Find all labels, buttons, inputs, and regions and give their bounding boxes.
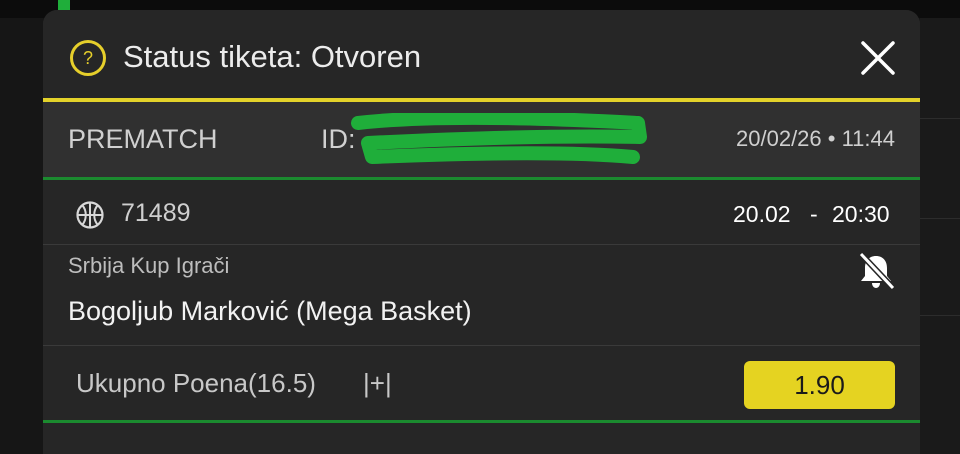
background-right-edge <box>920 18 960 454</box>
selection-pick: |+| <box>363 368 392 398</box>
modal-title: Status tiketa: Otvoren <box>123 39 422 74</box>
background-left-edge <box>0 18 43 454</box>
event-code: 71489 <box>121 199 191 227</box>
ticket-info-row: PREMATCH ID: 20/02/26 • 11:44 <box>43 102 920 180</box>
modal-header: ? Status tiketa: Otvoren <box>43 10 920 102</box>
odds-button[interactable]: 1.90 <box>744 361 895 409</box>
participant-name: Bogoljub Marković (Mega Basket) <box>68 296 472 326</box>
event-date-separator: - <box>810 201 818 227</box>
close-icon <box>861 41 895 75</box>
divider <box>920 218 960 219</box>
event-header-row: 71489 20.02 - 20:30 <box>43 180 920 245</box>
event-time: 20:30 <box>832 201 890 227</box>
ticket-type: PREMATCH <box>68 124 218 154</box>
close-button[interactable] <box>858 38 898 78</box>
bell-off-icon[interactable] <box>856 251 896 291</box>
market-name: Ukupno Poena(16.5) <box>76 368 316 398</box>
basketball-icon <box>76 201 104 229</box>
divider <box>920 315 960 316</box>
ticket-datetime: 20/02/26 • 11:44 <box>736 126 895 151</box>
question-circle-icon[interactable]: ? <box>70 40 106 76</box>
ticket-id-redaction <box>351 113 647 164</box>
event-date: 20.02 <box>733 201 791 227</box>
ticket-status-modal: ? Status tiketa: Otvoren PREMATCH ID: 20… <box>43 10 920 454</box>
selection-row: Ukupno Poena(16.5) |+| 1.90 <box>43 346 920 423</box>
match-info: Srbija Kup Igrači Bogoljub Marković (Meg… <box>43 245 920 346</box>
competition-name: Srbija Kup Igrači <box>68 253 230 278</box>
divider <box>920 118 960 119</box>
